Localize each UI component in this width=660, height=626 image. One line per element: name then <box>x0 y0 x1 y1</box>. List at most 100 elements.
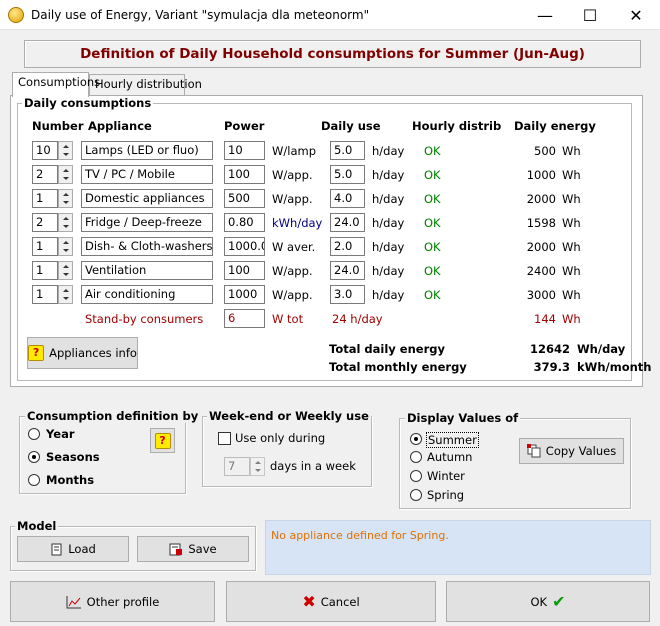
close-button[interactable]: ✕ <box>613 0 659 30</box>
number-spinner[interactable] <box>58 285 73 304</box>
use-field[interactable]: 5.0 <box>330 141 365 160</box>
col-hourly-distrib: Hourly distrib <box>412 119 502 133</box>
copy-values-button[interactable]: Copy Values <box>519 438 624 464</box>
radio-winter[interactable] <box>410 470 422 482</box>
cancel-label: Cancel <box>320 594 360 609</box>
radio-year-label: Year <box>46 427 75 441</box>
hourly-status[interactable]: OK <box>424 264 441 278</box>
maximize-button[interactable]: ☐ <box>567 0 613 30</box>
other-profile-button[interactable]: Other profile <box>10 581 215 622</box>
number-field[interactable]: 1 <box>32 261 58 280</box>
use-unit: h/day <box>372 216 405 230</box>
appliances-info-button[interactable]: ? Appliances info <box>27 337 138 369</box>
appliance-field[interactable]: Air conditioning <box>81 285 213 304</box>
appliance-field[interactable]: Domestic appliances <box>81 189 213 208</box>
daily-energy-value: 3000 <box>526 288 556 302</box>
daily-consumptions-label: Daily consumptions <box>22 96 154 110</box>
minimize-button[interactable]: — <box>522 0 568 30</box>
col-daily-energy: Daily energy <box>514 119 596 133</box>
display-values-label: Display Values of <box>405 411 521 425</box>
energy-unit: Wh <box>562 240 581 254</box>
number-field[interactable]: 1 <box>32 285 58 304</box>
energy-unit: Wh <box>562 216 581 230</box>
save-label: Save <box>188 542 217 556</box>
number-spinner[interactable] <box>58 213 73 232</box>
use-field[interactable]: 3.0 <box>330 285 365 304</box>
radio-seasons[interactable] <box>28 451 40 463</box>
total-monthly-label: Total monthly energy <box>329 360 467 374</box>
radio-spring[interactable] <box>410 489 422 501</box>
power-field[interactable]: 1000 <box>224 285 265 304</box>
use-field[interactable]: 24.0 <box>330 261 365 280</box>
number-spinner[interactable] <box>58 261 73 280</box>
use-field[interactable]: 5.0 <box>330 165 365 184</box>
hourly-status[interactable]: OK <box>424 192 441 206</box>
power-field[interactable]: 0.80 <box>224 213 265 232</box>
cancel-button[interactable]: ✖ Cancel <box>226 581 436 622</box>
radio-winter-label: Winter <box>427 469 465 483</box>
power-unit: W/app. <box>272 288 313 302</box>
appliance-field[interactable]: Lamps (LED or fluo) <box>81 141 213 160</box>
save-icon <box>169 543 183 555</box>
load-icon <box>51 543 62 555</box>
number-spinner[interactable] <box>58 141 73 160</box>
power-unit: W/app. <box>272 264 313 278</box>
standby-label: Stand-by consumers <box>85 312 204 326</box>
appliance-field[interactable]: Ventilation <box>81 261 213 280</box>
number-spinner[interactable] <box>58 165 73 184</box>
tab-hourly-distribution[interactable]: Hourly distribution <box>89 74 202 95</box>
power-field[interactable]: 100 <box>224 261 265 280</box>
window-title: Daily use of Energy, Variant "symulacja … <box>31 8 370 22</box>
message-text: No appliance defined for Spring. <box>271 529 449 542</box>
number-field[interactable]: 1 <box>32 189 58 208</box>
appliance-field[interactable]: Fridge / Deep-freeze <box>81 213 213 232</box>
use-only-during-checkbox[interactable] <box>218 432 231 445</box>
tab-consumptions[interactable]: Consumptions <box>12 72 100 97</box>
standby-power-field[interactable]: 6 <box>224 309 265 328</box>
total-monthly-unit: kWh/month <box>577 360 652 374</box>
energy-unit: Wh <box>562 144 581 158</box>
number-field[interactable]: 2 <box>32 213 58 232</box>
use-field[interactable]: 2.0 <box>330 237 365 256</box>
hourly-status[interactable]: OK <box>424 216 441 230</box>
save-button[interactable]: Save <box>137 536 249 562</box>
standby-energy-value: 144 <box>534 312 556 326</box>
hourly-status[interactable]: OK <box>424 144 441 158</box>
daily-energy-value: 500 <box>534 144 556 158</box>
appliance-field[interactable]: TV / PC / Mobile <box>81 165 213 184</box>
total-monthly-value: 379.3 <box>533 360 570 374</box>
number-field[interactable]: 1 <box>32 237 58 256</box>
radio-months[interactable] <box>28 474 40 486</box>
use-only-during-label: Use only during <box>235 431 326 445</box>
power-field[interactable]: 1000.0 <box>224 237 265 256</box>
number-spinner[interactable] <box>58 237 73 256</box>
ok-button[interactable]: OK ✔ <box>446 581 650 622</box>
radio-summer[interactable] <box>410 433 422 445</box>
standby-power-unit: W tot <box>272 312 304 326</box>
power-field[interactable]: 500 <box>224 189 265 208</box>
days-field[interactable]: 7 <box>224 457 250 476</box>
radio-autumn[interactable] <box>410 451 422 463</box>
radio-year[interactable] <box>28 428 40 440</box>
hourly-status[interactable]: OK <box>424 240 441 254</box>
total-daily-value: 12642 <box>529 342 570 356</box>
number-spinner[interactable] <box>58 189 73 208</box>
cancel-icon: ✖ <box>302 592 316 611</box>
power-field[interactable]: 100 <box>224 165 265 184</box>
number-field[interactable]: 10 <box>32 141 58 160</box>
radio-months-label: Months <box>46 473 95 487</box>
use-field[interactable]: 24.0 <box>330 213 365 232</box>
number-field[interactable]: 2 <box>32 165 58 184</box>
hourly-status[interactable]: OK <box>424 288 441 302</box>
energy-unit: Wh <box>562 168 581 182</box>
copy-icon <box>526 444 541 458</box>
power-unit: W/app. <box>272 192 313 206</box>
load-button[interactable]: Load <box>17 536 129 562</box>
days-spinner[interactable] <box>250 457 265 476</box>
appliance-field[interactable]: Dish- & Cloth-washers <box>81 237 213 256</box>
consumption-help-button[interactable]: ? <box>150 428 175 453</box>
weekend-group <box>202 416 372 487</box>
hourly-status[interactable]: OK <box>424 168 441 182</box>
power-field[interactable]: 10 <box>224 141 265 160</box>
use-field[interactable]: 4.0 <box>330 189 365 208</box>
